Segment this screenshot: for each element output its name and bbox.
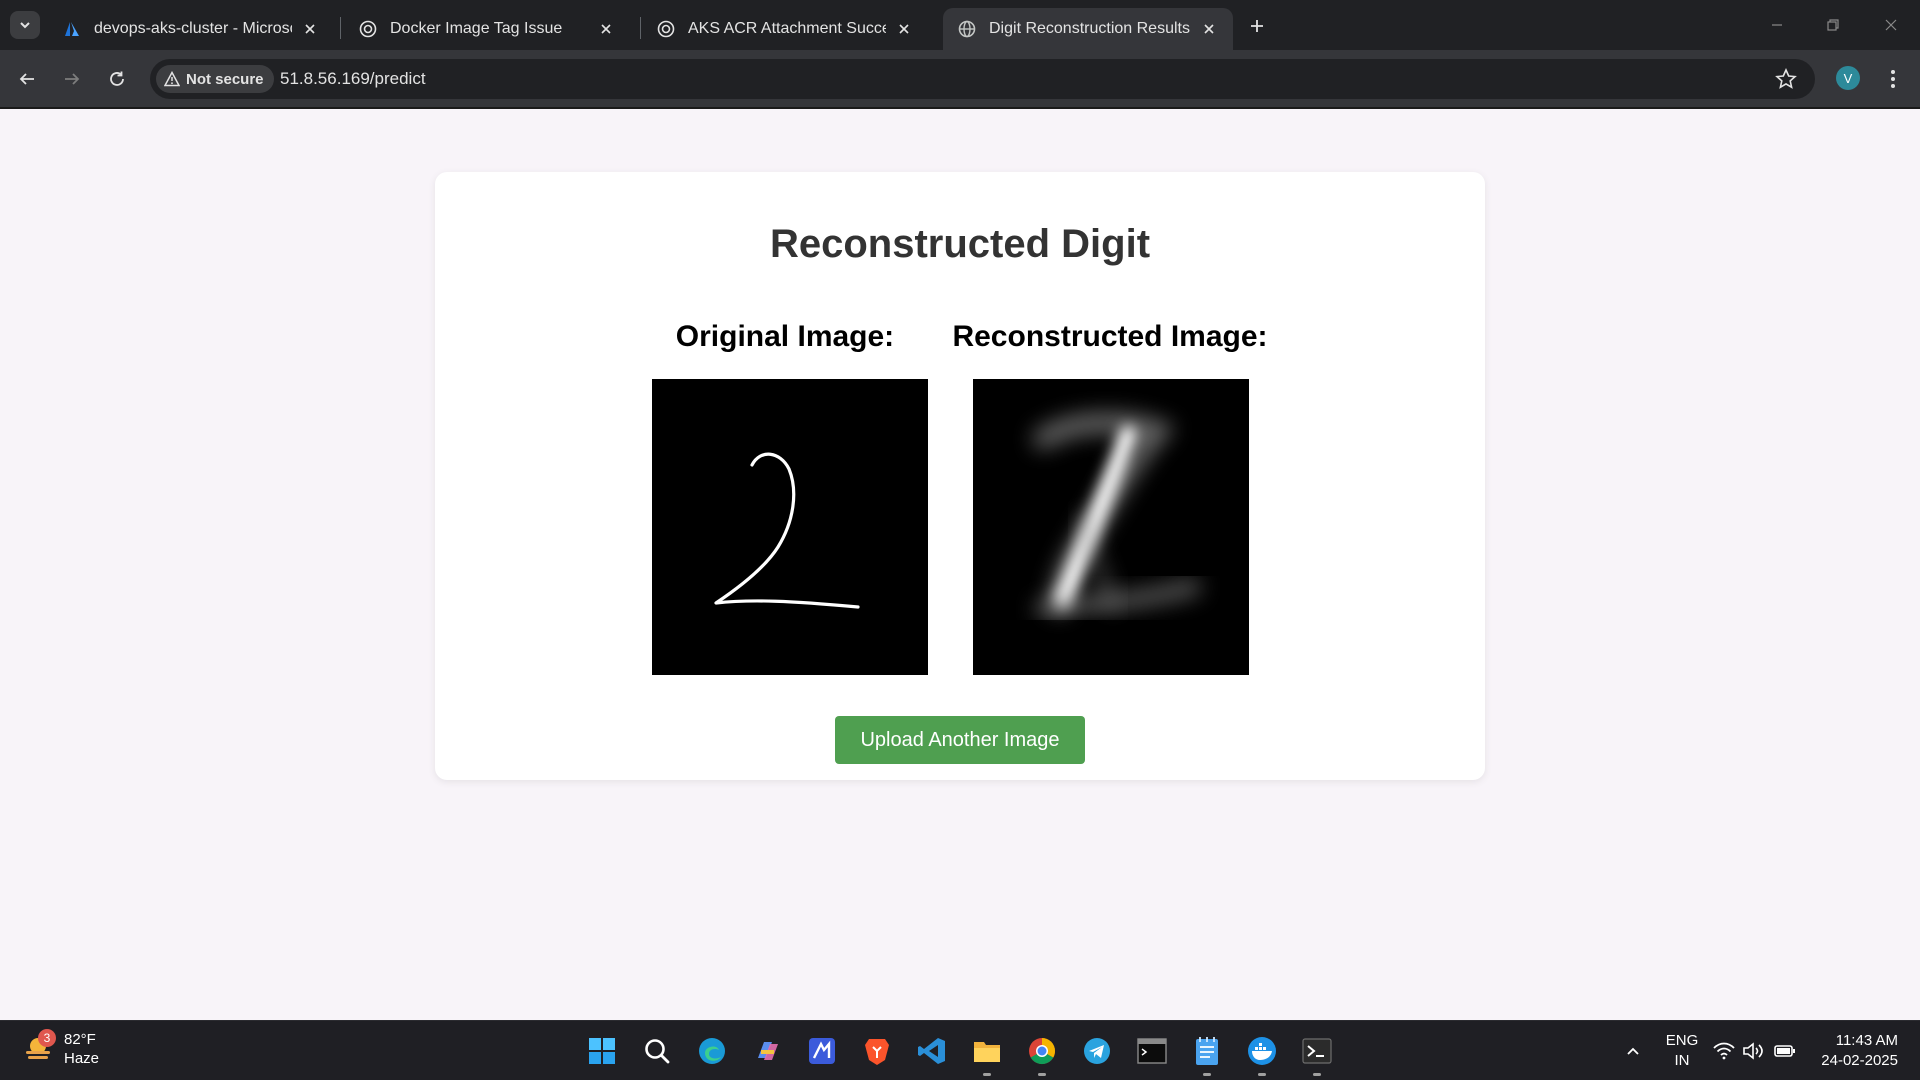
- edge-icon[interactable]: [696, 1035, 728, 1067]
- restore-icon: [1827, 19, 1839, 31]
- weather-haze-icon: 3: [22, 1029, 56, 1065]
- telegram-icon[interactable]: [1081, 1035, 1113, 1067]
- upload-another-image-button[interactable]: Upload Another Image: [835, 716, 1085, 764]
- arrow-left-icon: [19, 73, 34, 85]
- vscode-icon[interactable]: [916, 1035, 948, 1067]
- close-icon[interactable]: [300, 19, 320, 39]
- running-indicator: [983, 1073, 991, 1076]
- wifi-icon[interactable]: [1711, 1035, 1737, 1067]
- profile-avatar[interactable]: V: [1836, 66, 1860, 90]
- original-column: Original Image:: [675, 320, 895, 354]
- file-explorer-icon[interactable]: [971, 1035, 1003, 1067]
- close-icon[interactable]: [894, 19, 914, 39]
- running-indicator: [1038, 1073, 1046, 1076]
- clock-time: 11:43 AM: [1835, 1032, 1898, 1049]
- brave-icon[interactable]: [861, 1035, 893, 1067]
- volume-icon[interactable]: [1740, 1035, 1766, 1067]
- chrome-icon[interactable]: [1026, 1035, 1058, 1067]
- warning-icon: [164, 71, 180, 87]
- close-icon[interactable]: [596, 19, 616, 39]
- powershell-icon[interactable]: [1301, 1035, 1333, 1067]
- forward-button[interactable]: [57, 64, 87, 94]
- arrow-right-icon: [65, 73, 80, 85]
- app-icon[interactable]: [806, 1035, 838, 1067]
- terminal-icon[interactable]: [1136, 1035, 1168, 1067]
- globe-icon: [957, 19, 977, 39]
- weather-temperature: 82°F: [64, 1031, 96, 1048]
- minimize-button[interactable]: [1762, 10, 1792, 40]
- language-indicator[interactable]: ENG IN: [1660, 1031, 1704, 1071]
- running-indicator: [1203, 1073, 1211, 1076]
- language-line1: ENG: [1665, 1032, 1699, 1049]
- results-card: Reconstructed Digit Original Image: Reco…: [435, 172, 1485, 780]
- notification-badge: 3: [38, 1029, 56, 1047]
- back-button[interactable]: [12, 64, 42, 94]
- running-indicator: [1258, 1073, 1266, 1076]
- browser-tab-strip: devops-aks-cluster - Microsoft Azure Doc…: [0, 0, 1920, 50]
- clock-date: 24-02-2025: [1821, 1052, 1898, 1069]
- plus-icon: [1251, 20, 1263, 32]
- security-label: Not secure: [186, 70, 264, 88]
- url-text[interactable]: 51.8.56.169/predict: [280, 69, 426, 89]
- azure-icon: [62, 19, 82, 39]
- minimize-icon: [1772, 24, 1782, 26]
- tab-title: Docker Image Tag Issue: [390, 20, 563, 37]
- tab-azure[interactable]: devops-aks-cluster - Microsoft Azure: [48, 8, 334, 50]
- original-image-label: Original Image:: [675, 320, 895, 353]
- restore-button[interactable]: [1818, 10, 1848, 40]
- language-line2: IN: [1674, 1052, 1690, 1069]
- security-chip[interactable]: Not secure: [156, 65, 274, 93]
- weather-description: Haze: [64, 1050, 100, 1067]
- bookmark-star-icon[interactable]: [1775, 68, 1797, 90]
- tab-title: AKS ACR Attachment Success: [688, 20, 886, 37]
- windows-start-icon[interactable]: [586, 1035, 618, 1067]
- copilot-icon[interactable]: [751, 1035, 783, 1067]
- windows-taskbar: 3 82°F Haze ENG IN 11:43 AM 24-02-2025: [0, 1020, 1920, 1080]
- original-digit-image: [652, 379, 928, 675]
- docker-icon[interactable]: [1246, 1035, 1278, 1067]
- more-vertical-icon: [1891, 70, 1895, 88]
- tab-digit-results[interactable]: Digit Reconstruction Results: [943, 8, 1233, 50]
- new-tab-button[interactable]: [1245, 14, 1269, 38]
- tab-title: devops-aks-cluster - Microsoft Azure: [94, 20, 292, 37]
- tab-aks-acr[interactable]: AKS ACR Attachment Success: [642, 8, 928, 50]
- browser-menu-button[interactable]: [1880, 64, 1906, 94]
- tab-docker-issue[interactable]: Docker Image Tag Issue: [344, 8, 630, 50]
- close-window-button[interactable]: [1876, 10, 1906, 40]
- search-icon[interactable]: [641, 1035, 673, 1067]
- reconstructed-digit-image: [973, 379, 1249, 675]
- tab-separator: [640, 17, 641, 39]
- page-title: Reconstructed Digit: [769, 222, 1151, 266]
- weather-widget[interactable]: 3 82°F Haze: [22, 1029, 100, 1068]
- battery-icon[interactable]: [1772, 1035, 1798, 1067]
- tab-separator: [340, 17, 341, 39]
- reload-icon: [110, 71, 124, 86]
- close-icon: [1885, 19, 1897, 31]
- notepad-icon[interactable]: [1191, 1035, 1223, 1067]
- browser-toolbar: Not secure 51.8.56.169/predict V: [0, 50, 1920, 108]
- reconstructed-column: Reconstructed Image:: [940, 320, 1280, 354]
- running-indicator: [1313, 1073, 1321, 1076]
- page-viewport: Reconstructed Digit Original Image: Reco…: [0, 109, 1920, 1020]
- tab-title: Digit Reconstruction Results: [989, 20, 1190, 37]
- chevron-down-icon: [20, 22, 30, 29]
- chatgpt-icon: [358, 19, 378, 39]
- chatgpt-icon: [656, 19, 676, 39]
- close-icon[interactable]: [1199, 19, 1219, 39]
- tab-search-button[interactable]: [10, 11, 40, 39]
- system-clock[interactable]: 11:43 AM 24-02-2025: [1821, 1031, 1898, 1071]
- reconstructed-image-label: Reconstructed Image:: [952, 320, 1268, 353]
- reload-button[interactable]: [102, 64, 132, 94]
- show-hidden-icons-chevron-icon[interactable]: [1617, 1035, 1649, 1067]
- address-bar[interactable]: Not secure 51.8.56.169/predict: [150, 59, 1815, 99]
